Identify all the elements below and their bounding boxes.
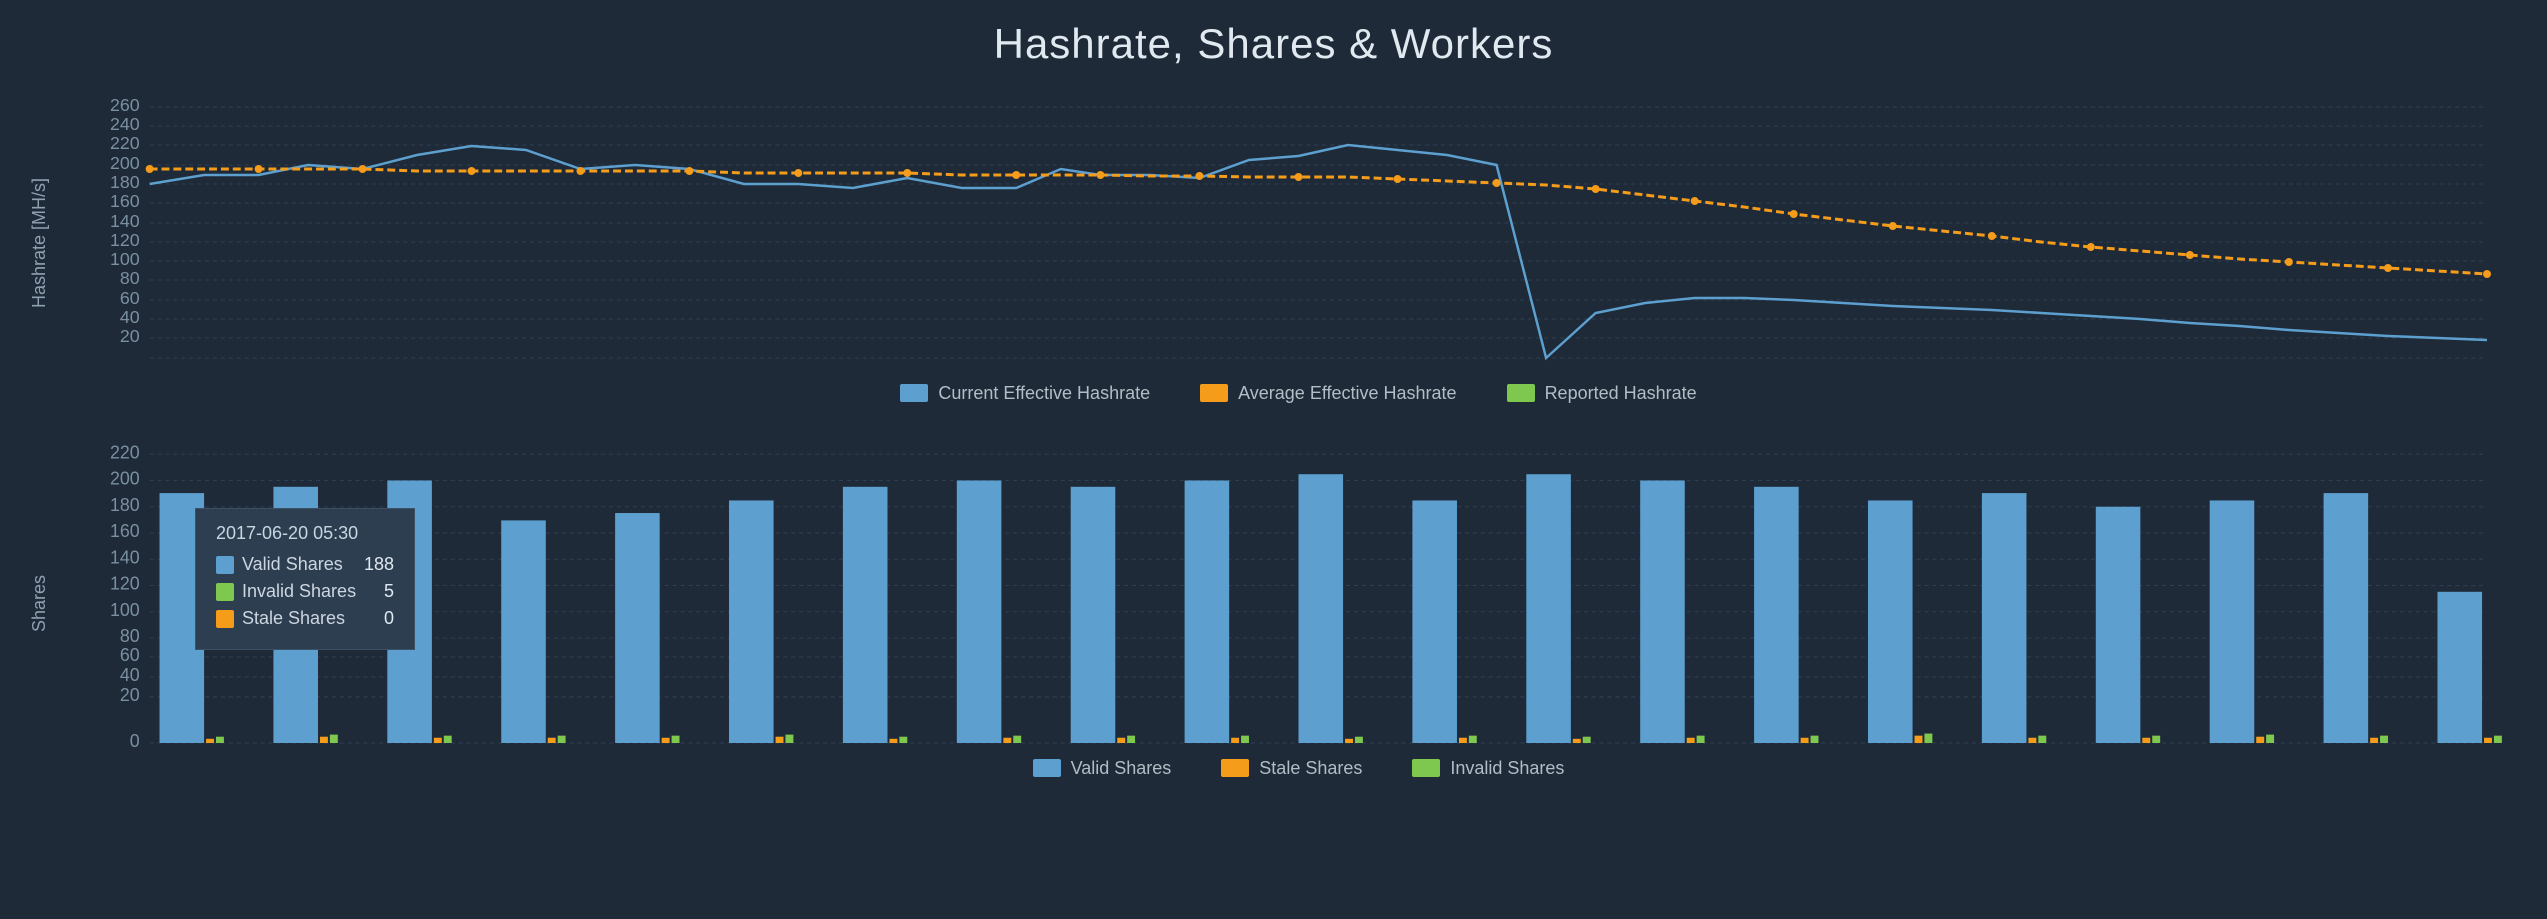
svg-text:220: 220: [110, 133, 140, 153]
charts-wrapper: Hashrate [MH/s] 260 240 220 200 180: [40, 78, 2507, 899]
reported-hashrate-swatch: [1507, 384, 1535, 402]
legend-current-hashrate: Current Effective Hashrate: [900, 383, 1150, 404]
legend-reported-hashrate-label: Reported Hashrate: [1545, 383, 1697, 404]
tooltip-row-stale: Stale Shares 0: [216, 608, 394, 629]
bottom-chart-svg: 220 200 180 160 140 120 100 80 6: [110, 428, 2487, 743]
legend-valid-shares: Valid Shares: [1033, 758, 1172, 779]
tooltip-valid-label-wrap: Valid Shares: [216, 554, 343, 575]
svg-text:260: 260: [110, 95, 140, 115]
tooltip-stale-value: 0: [384, 608, 394, 629]
tooltip-date: 2017-06-20 05:30: [216, 523, 394, 544]
legend-invalid-shares-label: Invalid Shares: [1450, 758, 1564, 779]
bottom-y-axis-label: Shares: [29, 448, 50, 758]
tooltip-invalid-swatch: [216, 583, 234, 601]
top-chart: Hashrate [MH/s] 260 240 220 200 180: [40, 78, 2507, 418]
chart-title: Hashrate, Shares & Workers: [40, 20, 2507, 68]
legend-average-hashrate-label: Average Effective Hashrate: [1238, 383, 1456, 404]
average-hashrate-swatch: [1200, 384, 1228, 402]
tooltip-stale-label-wrap: Stale Shares: [216, 608, 345, 629]
bottom-chart-inner: 220 200 180 160 140 120 100 80 6: [110, 428, 2487, 743]
svg-text:180: 180: [110, 172, 140, 192]
tooltip-invalid-label-wrap: Invalid Shares: [216, 581, 356, 602]
stale-shares-bars: [206, 736, 2492, 743]
top-chart-legend: Current Effective Hashrate Average Effec…: [110, 368, 2487, 418]
svg-text:140: 140: [110, 211, 140, 231]
legend-average-hashrate: Average Effective Hashrate: [1200, 383, 1456, 404]
tooltip-row-invalid: Invalid Shares 5: [216, 581, 394, 602]
tooltip-valid-swatch: [216, 556, 234, 574]
average-hashrate-line: [150, 169, 2487, 274]
svg-text:20: 20: [120, 684, 140, 706]
svg-text:100: 100: [110, 598, 140, 620]
svg-text:180: 180: [110, 493, 140, 515]
legend-invalid-shares: Invalid Shares: [1412, 758, 1564, 779]
svg-text:220: 220: [110, 441, 140, 463]
tooltip: 2017-06-20 05:30 Valid Shares 188 Invali…: [195, 508, 415, 650]
legend-stale-shares-label: Stale Shares: [1259, 758, 1362, 779]
top-y-axis-label: Hashrate [MH/s]: [29, 108, 50, 378]
top-chart-svg: 260 240 220 200 180 160 140 120: [110, 88, 2487, 358]
svg-text:60: 60: [120, 644, 140, 666]
svg-text:60: 60: [120, 288, 140, 308]
tooltip-valid-label: Valid Shares: [242, 554, 343, 575]
svg-text:160: 160: [110, 520, 140, 542]
valid-shares-swatch: [1033, 759, 1061, 777]
current-hashrate-swatch: [900, 384, 928, 402]
svg-text:80: 80: [120, 268, 140, 288]
svg-text:40: 40: [120, 664, 140, 686]
svg-text:160: 160: [110, 191, 140, 211]
bottom-chart-legend: Valid Shares Stale Shares Invalid Shares: [110, 743, 2487, 793]
invalid-shares-swatch: [1412, 759, 1440, 777]
valid-shares-bars: [160, 474, 2483, 743]
main-container: Hashrate, Shares & Workers Hashrate [MH/…: [0, 0, 2547, 919]
legend-valid-shares-label: Valid Shares: [1071, 758, 1172, 779]
legend-current-hashrate-label: Current Effective Hashrate: [938, 383, 1150, 404]
svg-text:120: 120: [110, 230, 140, 250]
svg-text:20: 20: [120, 326, 140, 346]
legend-reported-hashrate: Reported Hashrate: [1507, 383, 1697, 404]
tooltip-valid-value: 188: [364, 554, 394, 575]
tooltip-stale-swatch: [216, 610, 234, 628]
svg-text:40: 40: [120, 307, 140, 327]
stale-shares-swatch: [1221, 759, 1249, 777]
top-chart-inner: 260 240 220 200 180 160 140 120: [110, 88, 2487, 358]
tooltip-row-valid: Valid Shares 188: [216, 554, 394, 575]
svg-text:200: 200: [110, 153, 140, 173]
svg-text:100: 100: [110, 249, 140, 269]
svg-text:140: 140: [110, 546, 140, 568]
tooltip-stale-label: Stale Shares: [242, 608, 345, 629]
svg-text:200: 200: [110, 467, 140, 489]
invalid-shares-bars: [216, 734, 2502, 743]
legend-stale-shares: Stale Shares: [1221, 758, 1362, 779]
tooltip-invalid-label: Invalid Shares: [242, 581, 356, 602]
svg-text:240: 240: [110, 114, 140, 134]
svg-text:120: 120: [110, 572, 140, 594]
bottom-chart: Shares 220 200 180 160 140 120: [40, 418, 2507, 798]
tooltip-invalid-value: 5: [384, 581, 394, 602]
